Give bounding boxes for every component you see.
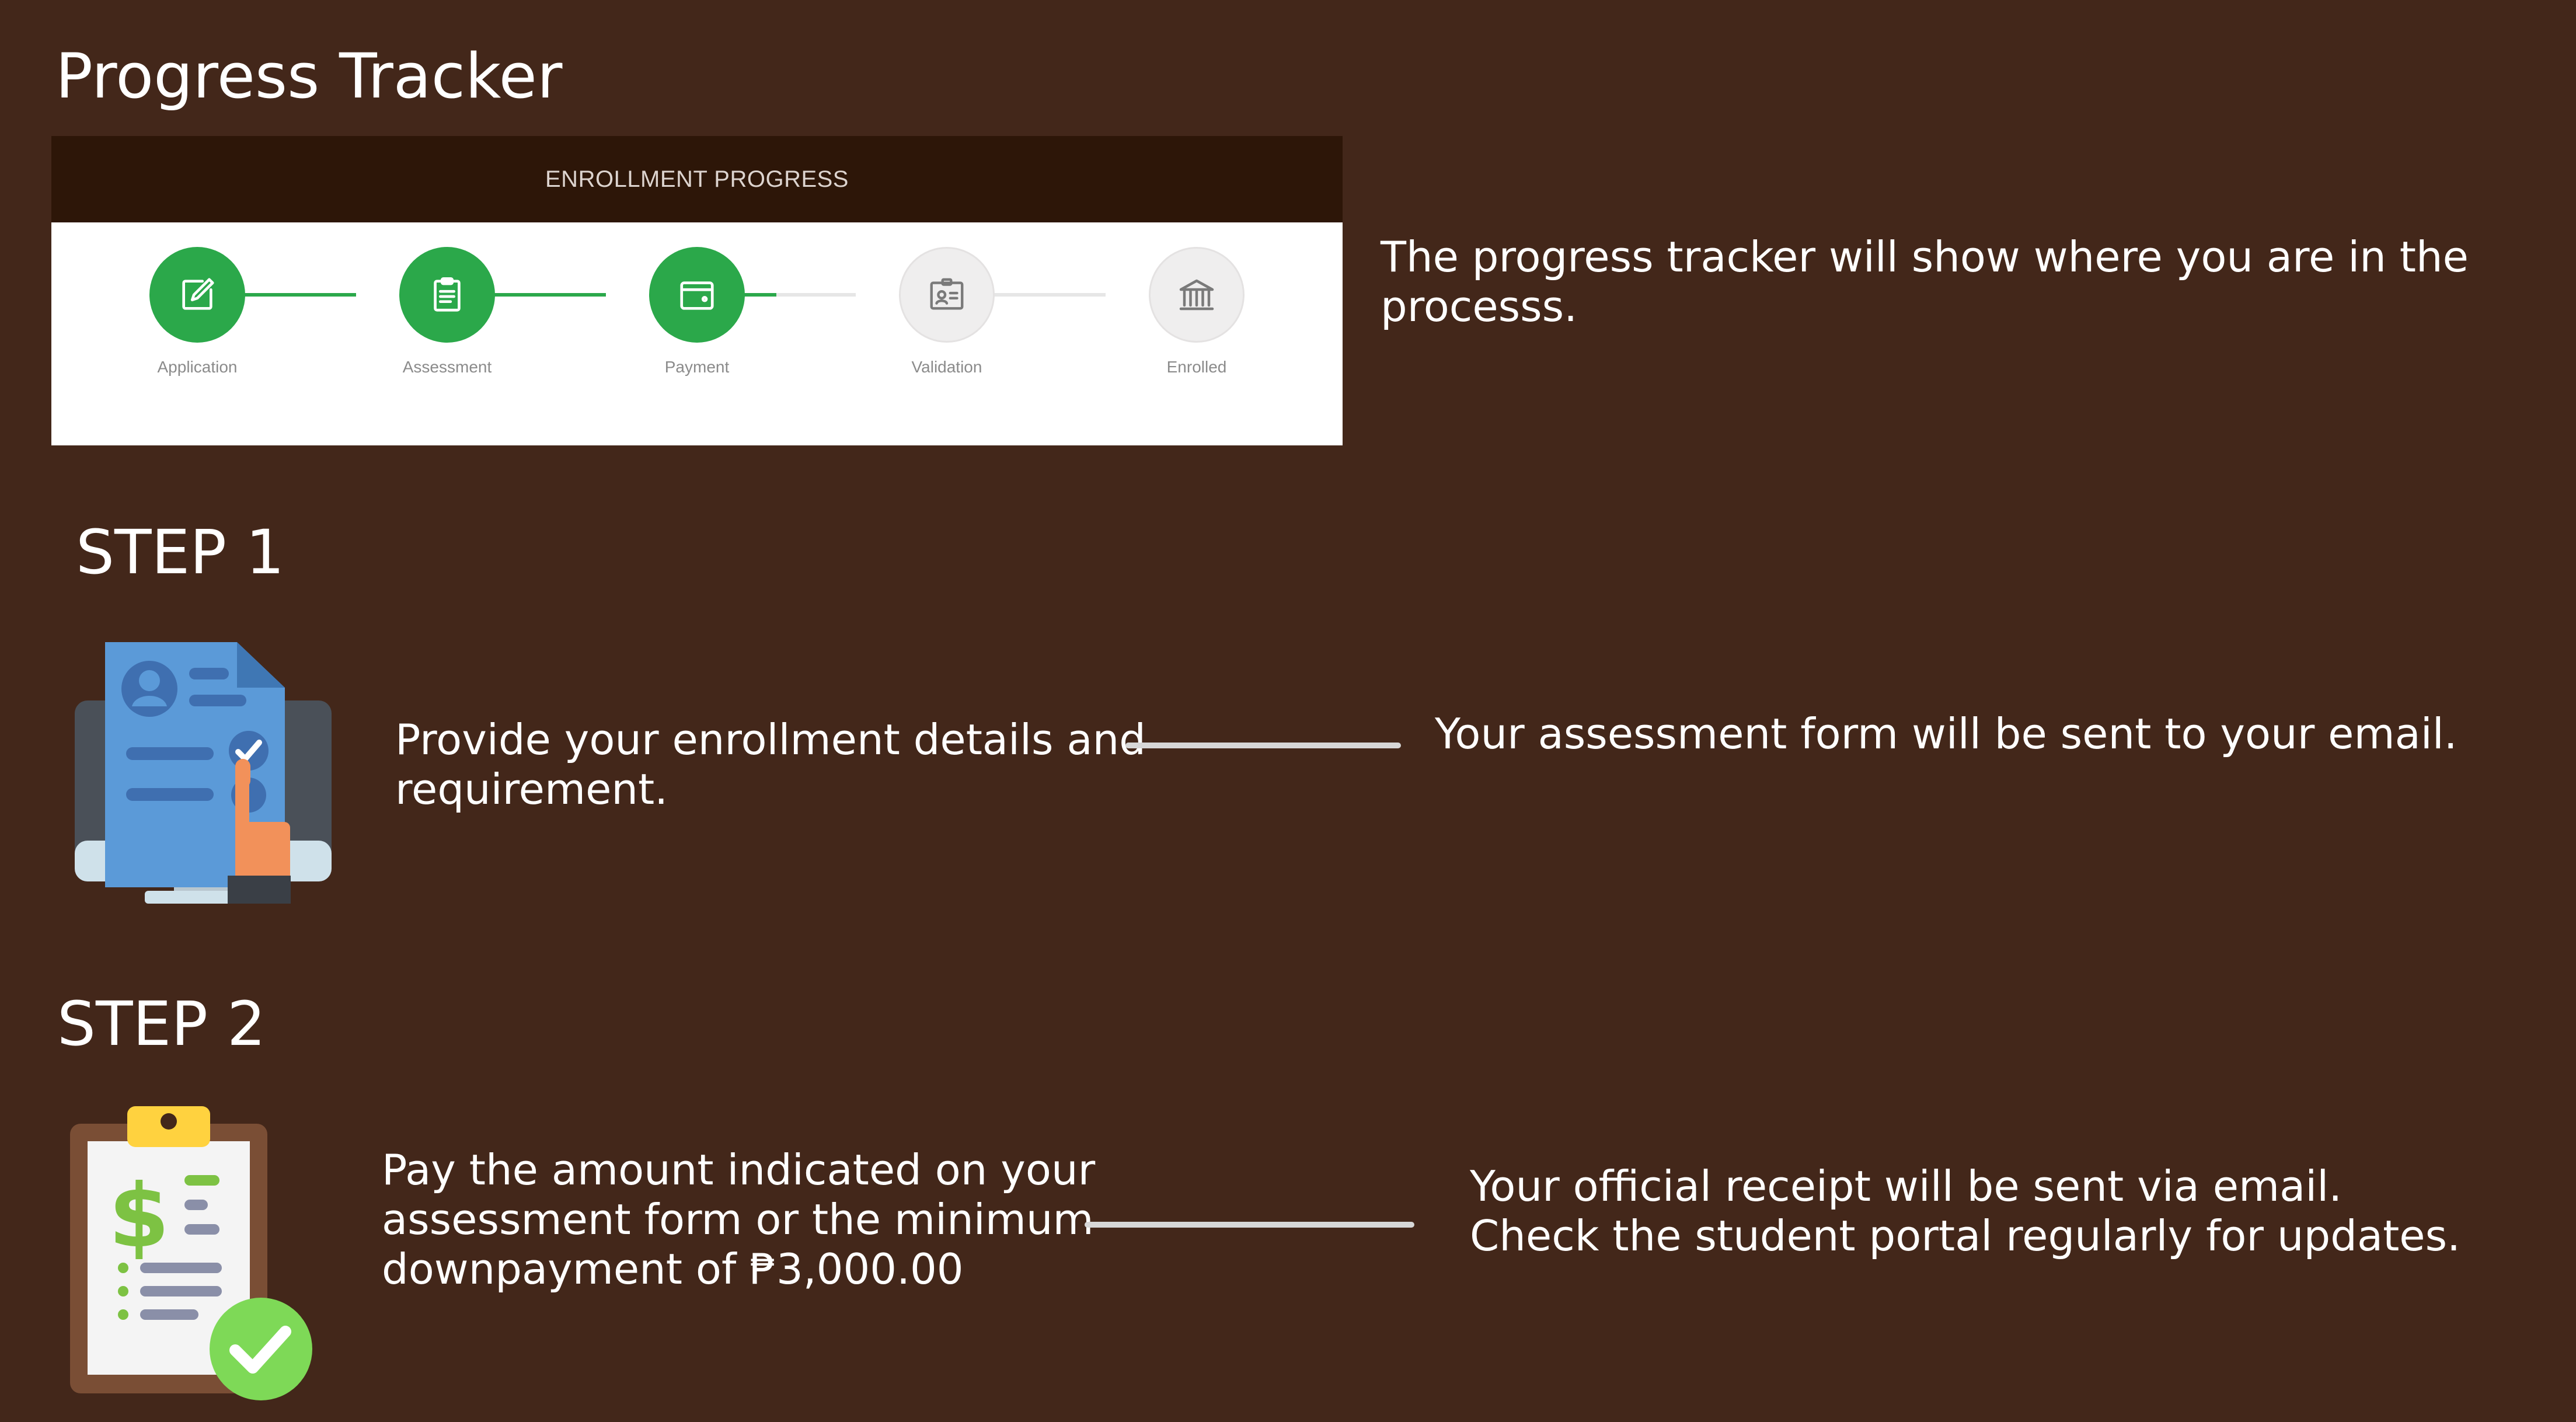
step-label-enrolled: Enrolled: [1166, 358, 1227, 376]
step1-heading: STEP 1: [76, 517, 285, 588]
step2-action: Pay the amount indicated on your assessm…: [382, 1145, 1096, 1294]
bank-icon: [1179, 279, 1214, 311]
step-label-payment: Payment: [664, 358, 730, 376]
step-application[interactable]: [149, 247, 245, 343]
enrollment-progress-tracker: ENROLLMENT PROGRESS Application Assessme…: [51, 136, 1343, 445]
step-validation[interactable]: [899, 247, 995, 343]
clipboard-icon: [434, 277, 461, 312]
step-label-assessment: Assessment: [402, 358, 492, 376]
progress-line-3b: [776, 293, 856, 297]
step2-result: Your official receipt will be sent via e…: [1470, 1162, 2460, 1260]
step-assessment[interactable]: [399, 247, 495, 343]
step-label-validation: Validation: [911, 358, 982, 376]
step2-connector: [1085, 1222, 1414, 1228]
id-card-icon: [930, 278, 964, 310]
svg-text:$: $: [109, 1166, 169, 1267]
tracker-description: The progress tracker will show where you…: [1381, 232, 2469, 331]
step-payment[interactable]: [649, 247, 745, 343]
step1-connector: [1125, 743, 1401, 748]
page-title: Progress Tracker: [55, 40, 563, 112]
tracker-header: ENROLLMENT PROGRESS: [51, 136, 1343, 222]
payment-clipboard-icon: $: [70, 1106, 312, 1400]
step2-heading: STEP 2: [57, 988, 266, 1059]
tracker-header-title: ENROLLMENT PROGRESS: [545, 166, 849, 192]
edit-icon: [182, 278, 214, 310]
wallet-icon: [680, 281, 714, 310]
step1-action: Provide your enrollment details and requ…: [395, 715, 1146, 814]
step-label-application: Application: [157, 358, 238, 376]
step-enrolled[interactable]: [1149, 247, 1245, 343]
step1-result: Your assessment form will be sent to you…: [1435, 709, 2458, 758]
computer-checklist-icon: [75, 642, 332, 904]
